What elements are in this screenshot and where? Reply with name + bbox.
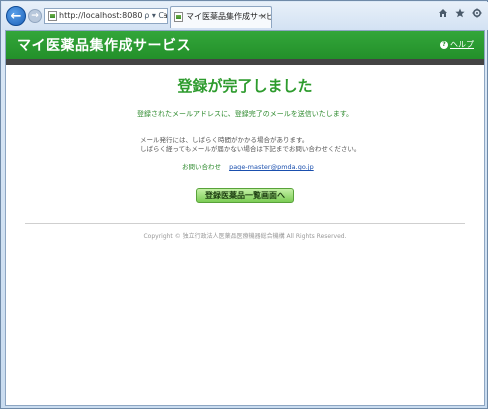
sent-message: 登録されたメールアドレスに、登録完了のメールを送信いたします。 [136, 110, 354, 118]
page-title: 登録が完了しました [177, 77, 313, 95]
gear-icon[interactable] [472, 8, 482, 18]
page-icon [48, 11, 57, 21]
copyright: Copyright © 独立行政法人医薬品医療機器総合機構 All Rights… [143, 233, 347, 240]
contact-email-link[interactable]: page-master@pmda.go.jp [229, 163, 314, 171]
back-button[interactable]: ← [6, 6, 26, 26]
tab-close-icon[interactable]: × [259, 7, 267, 27]
help-label: ヘルプ [450, 40, 474, 49]
tab-page-icon [174, 12, 183, 22]
toolbar-icons [438, 8, 482, 18]
main-content: 登録が完了しました 登録されたメールアドレスに、登録完了のメールを送信いたします… [6, 65, 484, 240]
forward-button[interactable]: → [28, 9, 42, 23]
browser-window: ← → http://localhost:8080/mypa ρ ▾ C マイ医… [0, 0, 488, 409]
browser-tab[interactable]: マイ医薬品集作成サービ... × [170, 6, 272, 28]
site-title: マイ医薬品集作成サービス [17, 38, 191, 54]
site-header: マイ医薬品集作成サービス ? ヘルプ [6, 31, 484, 59]
browser-toolbar: ← → http://localhost:8080/mypa ρ ▾ C マイ医… [2, 2, 488, 30]
contact-row: お問い合わせ page-master@pmda.go.jp [182, 161, 484, 171]
page-viewport: マイ医薬品集作成サービス ? ヘルプ 登録が完了しました 登録されたメールアドレ… [5, 30, 485, 406]
registered-list-button[interactable]: 登録医薬品一覧画面へ [196, 188, 294, 203]
address-bar[interactable]: http://localhost:8080/mypa ρ ▾ C [44, 8, 168, 24]
home-icon[interactable] [438, 8, 448, 18]
star-icon[interactable] [455, 8, 465, 18]
note-line-1: メール発行には、しばらく時間がかかる場合があります。 [140, 136, 309, 144]
help-link[interactable]: ? ヘルプ [440, 39, 474, 50]
address-tools[interactable]: ρ ▾ C [142, 9, 164, 23]
help-icon: ? [440, 40, 448, 49]
note-line-2: しばらく経ってもメールが届かない場合は下記までお問い合わせください。 [140, 145, 361, 153]
contact-label: お問い合わせ [182, 163, 221, 171]
footer-divider [25, 223, 465, 224]
